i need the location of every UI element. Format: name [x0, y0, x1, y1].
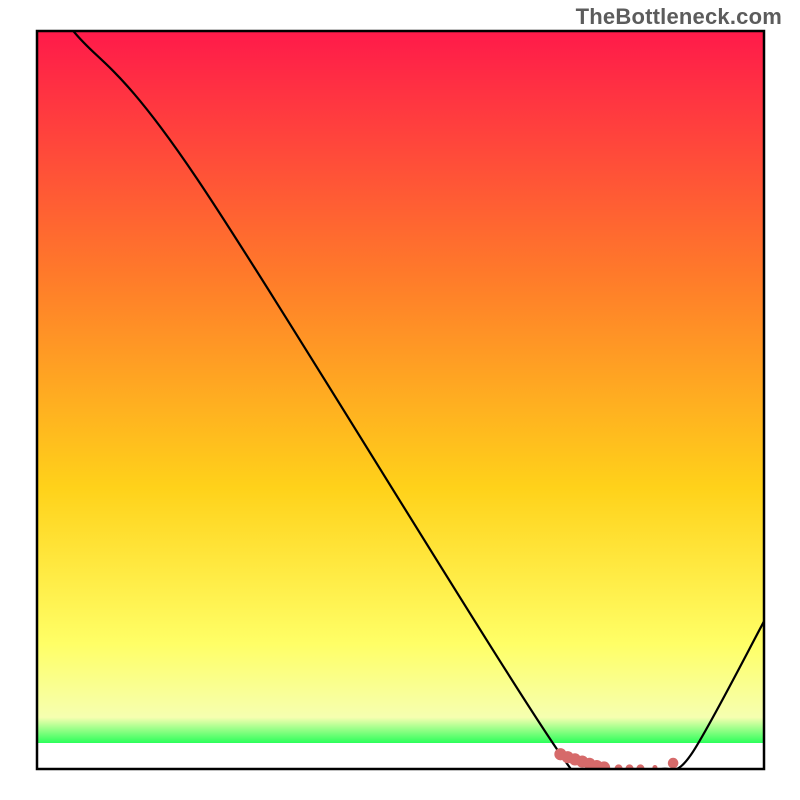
bottleneck-chart — [0, 0, 800, 800]
optimal-marker — [598, 762, 609, 773]
optimal-marker — [668, 758, 678, 768]
chart-stage: TheBottleneck.com — [0, 0, 800, 800]
heat-gradient-background — [37, 31, 764, 769]
